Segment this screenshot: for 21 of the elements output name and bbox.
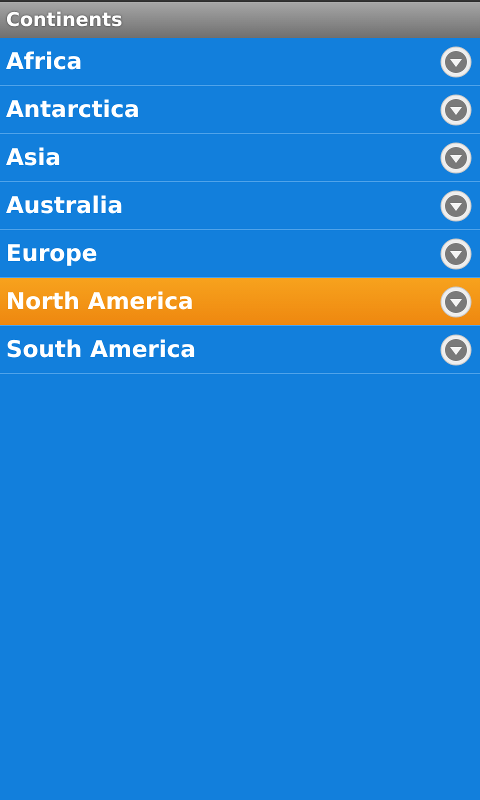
item-label: South America [6,336,196,362]
dropdown-icon[interactable] [440,142,472,174]
item-label: Africa [6,48,82,74]
dropdown-icon[interactable] [440,94,472,126]
dropdown-icon[interactable] [440,238,472,270]
dropdown-icon[interactable] [440,190,472,222]
window-title: Continents [6,9,122,31]
list-item[interactable]: Australia [0,182,480,230]
list-item[interactable]: Antarctica [0,86,480,134]
dropdown-icon[interactable] [440,286,472,318]
item-label: Asia [6,144,61,170]
list-item[interactable]: North America [0,278,480,326]
item-label: Antarctica [6,96,140,122]
item-label: North America [6,288,194,314]
list-item[interactable]: Africa [0,38,480,86]
list-item[interactable]: South America [0,326,480,374]
item-label: Australia [6,192,124,218]
item-label: Europe [6,240,98,266]
dropdown-icon[interactable] [440,334,472,366]
list-item[interactable]: Asia [0,134,480,182]
dropdown-icon[interactable] [440,46,472,78]
